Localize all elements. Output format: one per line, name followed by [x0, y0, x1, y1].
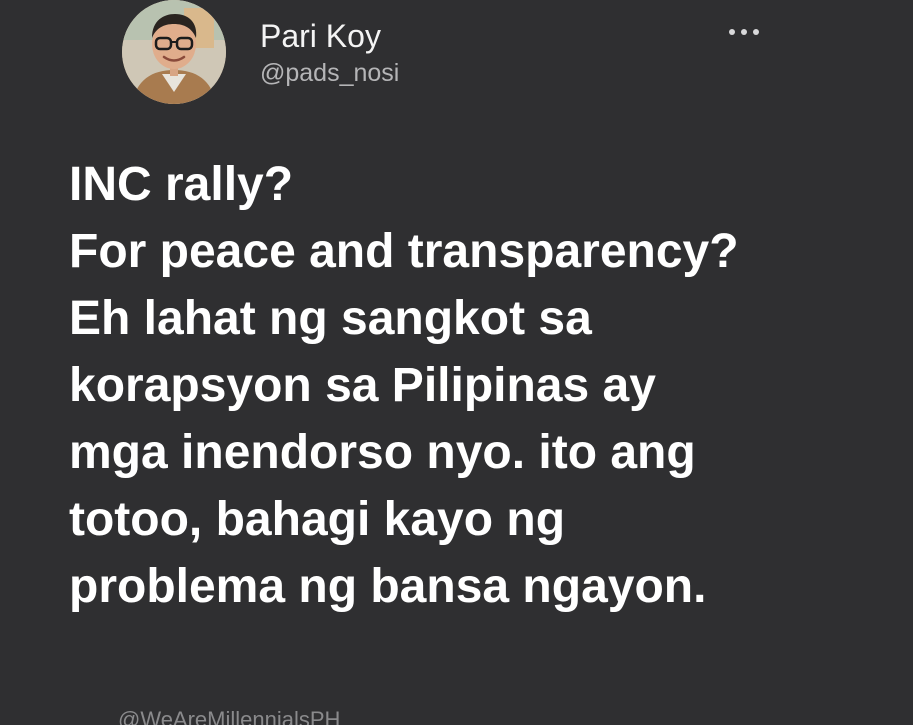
- tweet-line: korapsyon sa Pilipinas ay: [69, 359, 656, 412]
- author-display-name[interactable]: Pari Koy: [260, 17, 399, 55]
- author-identity: Pari Koy @pads_nosi: [260, 17, 399, 89]
- tweet-line: Eh lahat ng sangkot sa: [69, 292, 592, 345]
- more-horizontal-icon: [729, 29, 735, 35]
- more-horizontal-icon-dot: [753, 29, 759, 35]
- tweet-card: Pari Koy @pads_nosi INC rally? For peace…: [0, 0, 913, 725]
- tweet-line: problema ng bansa ngayon.: [69, 560, 707, 613]
- person-with-glasses-avatar-icon: [122, 0, 226, 104]
- more-options-button[interactable]: [714, 20, 774, 44]
- tweet-text: INC rally? For peace and transparency? E…: [69, 151, 899, 620]
- author-handle[interactable]: @pads_nosi: [260, 57, 399, 89]
- avatar[interactable]: [122, 0, 226, 104]
- tweet-line: For peace and transparency?: [69, 225, 739, 278]
- watermark: @WeAreMillennialsPH: [118, 707, 341, 725]
- tweet-line: mga inendorso nyo. ito ang: [69, 426, 696, 479]
- more-horizontal-icon-dot: [741, 29, 747, 35]
- tweet-line: totoo, bahagi kayo ng: [69, 493, 566, 546]
- tweet-header: Pari Koy @pads_nosi: [122, 0, 399, 104]
- tweet-line: INC rally?: [69, 158, 294, 211]
